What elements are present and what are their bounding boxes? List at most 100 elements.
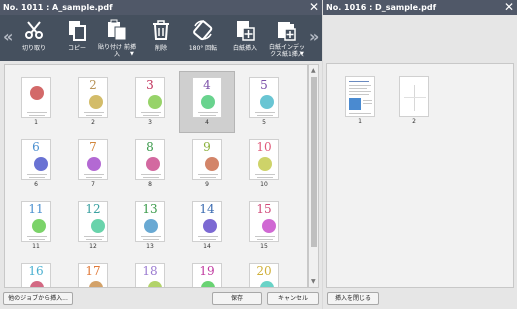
page-thumbnail[interactable]: 99 (188, 137, 226, 188)
page-number-graphic: 18 (142, 264, 158, 278)
copy-button[interactable]: コピー (62, 15, 92, 61)
page-preview: 17 (78, 263, 108, 287)
page-number-label: 6 (34, 181, 38, 188)
scroll-up-icon[interactable]: ▲ (311, 67, 316, 74)
delete-button[interactable]: 削除 (146, 15, 176, 61)
page-preview: 15 (249, 201, 279, 242)
page-illustration (201, 281, 215, 287)
blank-insert-label: 白紙挿入 (232, 45, 257, 52)
save-button[interactable]: 保存 (212, 292, 262, 305)
page-illustration (203, 219, 217, 233)
edit-toolbar: « 切り取り コピー 貼り付け 前挿入 ▼ 削除 180° 回転 白紙挿入 白紙… (0, 15, 322, 61)
page-illustration (262, 219, 276, 233)
page-preview: 10 (249, 139, 279, 180)
scroll-down-icon[interactable]: ▼ (311, 278, 316, 285)
page-illustration (260, 95, 274, 109)
page-number-graphic: 17 (85, 264, 101, 278)
page-preview: 12 (78, 201, 108, 242)
page-thumbnail[interactable]: 10 10 (245, 137, 283, 188)
page-illustration (205, 157, 219, 171)
page-illustration (146, 157, 160, 171)
page-preview: 4 (192, 77, 222, 118)
page-thumbnail[interactable]: 55 (245, 75, 283, 126)
page-thumbnail[interactable]: 1919 (188, 261, 226, 287)
page-number-graphic: 7 (89, 140, 97, 154)
page-illustration (30, 86, 44, 100)
page-thumbnail[interactable]: 77 (74, 137, 112, 188)
page-thumbnail[interactable]: 13 13 (131, 199, 169, 250)
page-thumbnail[interactable]: 12 12 (74, 199, 112, 250)
insert-page-thumbnail[interactable]: 1 (341, 74, 379, 125)
index-insert-button[interactable]: 白紙インデックス紙1挿入 ▼ (266, 15, 308, 61)
vertical-scrollbar[interactable]: ▲ ▼ (308, 64, 319, 288)
page-thumbnail[interactable]: 14 14 (188, 199, 226, 250)
page-thumbnail[interactable]: 2020 (245, 261, 283, 287)
page-preview: 19 (192, 263, 222, 287)
page-thumbnail[interactable]: 1717 (74, 261, 112, 287)
trash-icon (153, 20, 169, 40)
page-thumbnail[interactable]: 11 11 (17, 199, 55, 250)
source-job-panel: No. 1011 : A_sample.pdf ✕ « 切り取り コピー 貼り付… (0, 0, 322, 309)
page-thumbnail[interactable]: 44 (188, 75, 226, 126)
page-number-graphic: 13 (142, 202, 158, 216)
page-preview: 3 (135, 77, 165, 118)
page-number-label: 2 (412, 118, 416, 125)
page-number-label: 7 (91, 181, 95, 188)
page-illustration (201, 95, 215, 109)
page-number-label: 13 (146, 243, 154, 250)
scrollbar-thumb[interactable] (311, 77, 317, 247)
page-preview: 6 (21, 139, 51, 180)
page-number-graphic: 8 (146, 140, 154, 154)
page-preview: 2 (78, 77, 108, 118)
page-number-label: 15 (260, 243, 268, 250)
page-preview: 18 (135, 263, 165, 287)
page-illustration (32, 219, 46, 233)
page-thumbnail-grid: 1 2 2 3 3 4 4 5 5 6 6 7 7 8 8 9 9 10 10 11 11 12 12 13 13 14 14 15 1… (4, 64, 308, 288)
insert-page-grid: 1 2 (326, 63, 514, 288)
close-icon[interactable]: ✕ (309, 0, 319, 15)
blank-insert-icon (237, 21, 255, 41)
page-number-graphic: 15 (256, 202, 272, 216)
page-number-label: 5 (262, 119, 266, 126)
page-number-graphic: 11 (28, 202, 44, 216)
page-number-label: 11 (32, 243, 40, 250)
rotate-label: 180° 回転 (188, 45, 218, 52)
page-number-graphic: 10 (256, 140, 272, 154)
page-illustration (87, 157, 101, 171)
page-thumbnail[interactable]: 66 (17, 137, 55, 188)
page-preview: 13 (135, 201, 165, 242)
close-icon[interactable]: ✕ (504, 0, 514, 15)
page-thumbnail[interactable]: 1818 (131, 261, 169, 287)
page-illustration (144, 219, 158, 233)
page-thumbnail[interactable]: 1616 (17, 261, 55, 287)
page-preview (399, 76, 429, 117)
page-number-graphic: 16 (28, 264, 44, 278)
toolbar-scroll-right-icon[interactable]: » (309, 27, 319, 47)
insert-from-other-job-button[interactable]: 他のジョブから挿入... (3, 292, 73, 305)
paste-before-button[interactable]: 貼り付け 前挿入 ▼ (97, 15, 137, 61)
toolbar-scroll-left-icon[interactable]: « (3, 27, 13, 47)
right-panel-title: No. 1016 : D_sample.pdf (323, 0, 517, 15)
page-number-graphic: 2 (89, 78, 97, 92)
cut-button[interactable]: 切り取り (18, 15, 50, 61)
rotate-180-button[interactable]: 180° 回転 (184, 15, 222, 61)
delete-label: 削除 (154, 45, 167, 52)
paste-icon (108, 19, 127, 41)
page-number-label: 9 (205, 181, 209, 188)
blank-insert-button[interactable]: 白紙挿入 (228, 15, 262, 61)
page-number-graphic: 14 (199, 202, 215, 216)
cancel-button[interactable]: キャンセル (267, 292, 319, 305)
page-thumbnail[interactable]: 33 (131, 75, 169, 126)
insert-page-thumbnail[interactable]: 2 (395, 74, 433, 125)
page-preview (21, 77, 51, 118)
page-number-label: 2 (91, 119, 95, 126)
page-thumbnail[interactable]: 22 (74, 75, 112, 126)
page-thumbnail[interactable]: 1 (17, 75, 55, 126)
page-thumbnail[interactable]: 15 15 (245, 199, 283, 250)
page-number-graphic: 5 (260, 78, 268, 92)
page-number-label: 1 (34, 119, 38, 126)
close-insert-button[interactable]: 挿入を閉じる (327, 292, 379, 305)
page-thumbnail[interactable]: 88 (131, 137, 169, 188)
page-number-graphic: 6 (32, 140, 40, 154)
page-number-label: 12 (89, 243, 97, 250)
